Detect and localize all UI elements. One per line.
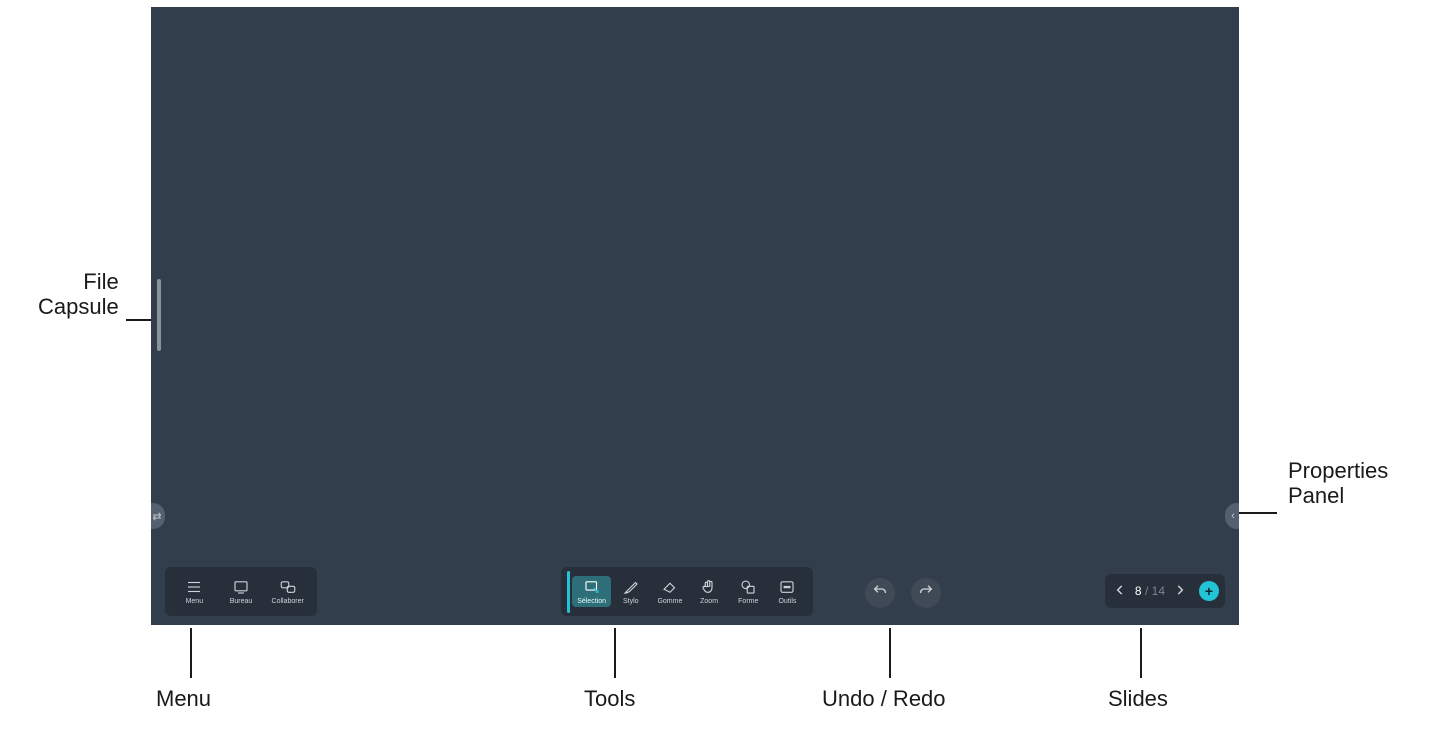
menu-label: Collaborer bbox=[272, 598, 304, 605]
menu-bar: Menu Bureau Collaborer bbox=[165, 567, 317, 616]
more-icon bbox=[777, 578, 797, 596]
next-slide-button[interactable] bbox=[1171, 582, 1189, 600]
callout-line bbox=[1140, 628, 1142, 678]
tool-selection[interactable]: Sélection bbox=[572, 576, 611, 607]
app-window: ⇄ ‹ Menu Bureau Collaborer bbox=[151, 7, 1239, 625]
tool-zoom[interactable]: Zoom bbox=[690, 576, 729, 607]
tool-shape[interactable]: Forme bbox=[729, 576, 768, 607]
tool-label: Forme bbox=[738, 598, 758, 605]
callout-tools: Tools bbox=[584, 686, 635, 712]
desktop-icon bbox=[231, 578, 251, 596]
tool-pen[interactable]: Stylo bbox=[611, 576, 650, 607]
undo-redo-group bbox=[865, 578, 941, 608]
swap-icon: ⇄ bbox=[152, 510, 161, 523]
menu-label: Menu bbox=[186, 598, 204, 605]
properties-panel-tab[interactable]: ‹ bbox=[1225, 503, 1239, 529]
toolbar-accent bbox=[567, 571, 570, 613]
tool-label: Zoom bbox=[700, 598, 718, 605]
slides-bar: 8 / 14 + bbox=[1105, 574, 1225, 608]
undo-button[interactable] bbox=[865, 578, 895, 608]
callout-line bbox=[614, 628, 616, 678]
total-slides: 14 bbox=[1152, 584, 1165, 598]
tool-label: Gomme bbox=[657, 598, 682, 605]
slide-counter: 8 / 14 bbox=[1135, 584, 1165, 598]
callout-line bbox=[190, 628, 192, 678]
callout-properties-panel: Properties Panel bbox=[1288, 458, 1388, 509]
collaborate-button[interactable]: Collaborer bbox=[264, 576, 311, 607]
tool-label: Outils bbox=[778, 598, 796, 605]
swap-tab[interactable]: ⇄ bbox=[151, 503, 165, 529]
tool-eraser[interactable]: Gomme bbox=[650, 576, 689, 607]
callout-slides: Slides bbox=[1108, 686, 1168, 712]
selection-icon bbox=[582, 578, 602, 596]
chevron-left-icon bbox=[1113, 583, 1127, 600]
shape-icon bbox=[738, 578, 758, 596]
eraser-icon bbox=[660, 578, 680, 596]
undo-icon bbox=[872, 583, 888, 604]
add-slide-button[interactable]: + bbox=[1199, 581, 1219, 601]
callout-line bbox=[1239, 512, 1277, 514]
chevron-left-icon: ‹ bbox=[1231, 510, 1235, 522]
redo-icon bbox=[918, 583, 934, 604]
pen-icon bbox=[621, 578, 641, 596]
hamburger-icon bbox=[184, 578, 204, 596]
desktop-button[interactable]: Bureau bbox=[218, 576, 265, 607]
collaborate-icon bbox=[278, 578, 298, 596]
callout-file-capsule: File Capsule bbox=[38, 269, 119, 320]
tool-label: Sélection bbox=[577, 598, 606, 605]
tool-label: Stylo bbox=[623, 598, 639, 605]
tool-more[interactable]: Outils bbox=[768, 576, 807, 607]
hand-icon bbox=[699, 578, 719, 596]
chevron-right-icon bbox=[1173, 583, 1187, 600]
current-slide: 8 bbox=[1135, 584, 1142, 598]
menu-button[interactable]: Menu bbox=[171, 576, 218, 607]
file-capsule-handle[interactable] bbox=[157, 279, 161, 351]
callout-line bbox=[889, 628, 891, 678]
tool-bar: Sélection Stylo Gomme Zoom Forme bbox=[561, 567, 813, 616]
callout-undo-redo: Undo / Redo bbox=[822, 686, 946, 712]
prev-slide-button[interactable] bbox=[1111, 582, 1129, 600]
callout-menu: Menu bbox=[156, 686, 211, 712]
slide-separator: / bbox=[1145, 584, 1148, 598]
plus-icon: + bbox=[1205, 583, 1213, 599]
menu-label: Bureau bbox=[230, 598, 253, 605]
redo-button[interactable] bbox=[911, 578, 941, 608]
